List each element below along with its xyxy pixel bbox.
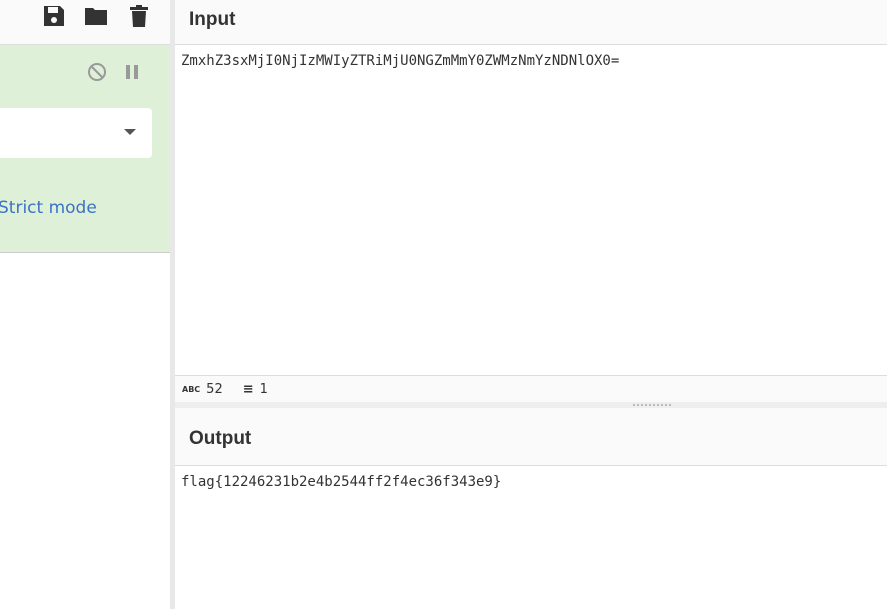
- save-icon[interactable]: [42, 4, 66, 28]
- folder-icon[interactable]: [84, 4, 108, 28]
- trash-icon[interactable]: [127, 4, 151, 28]
- recipe-panel: Strict mode: [0, 0, 170, 609]
- input-title: Input: [175, 0, 887, 45]
- chevron-down-icon: [124, 129, 136, 135]
- output-title: Output: [175, 408, 887, 466]
- recipe-operation: Strict mode: [0, 45, 170, 253]
- input-status-bar: ABC 52 ≡ 1: [175, 375, 887, 402]
- line-count: 1: [259, 381, 268, 397]
- io-panel: Input ZmxhZ3sxMjI0NjIzMWIyZTRiMjU0NGZmMm…: [175, 0, 887, 609]
- operation-dropdown[interactable]: [0, 108, 152, 158]
- pause-icon[interactable]: [125, 64, 139, 80]
- input-textarea[interactable]: ZmxhZ3sxMjI0NjIzMWIyZTRiMjU0NGZmMmY0ZWMz…: [175, 45, 887, 375]
- io-resizer[interactable]: [175, 402, 887, 408]
- char-count: 52: [206, 381, 223, 397]
- recipe-toolbar: [0, 0, 170, 45]
- strict-mode-checkbox-label[interactable]: Strict mode: [0, 198, 97, 218]
- output-text[interactable]: flag{12246231b2e4b2544ff2f4ec36f343e9}: [175, 466, 887, 498]
- abc-icon: ABC: [182, 384, 201, 394]
- disable-icon[interactable]: [87, 62, 107, 82]
- lines-icon: ≡: [242, 381, 254, 397]
